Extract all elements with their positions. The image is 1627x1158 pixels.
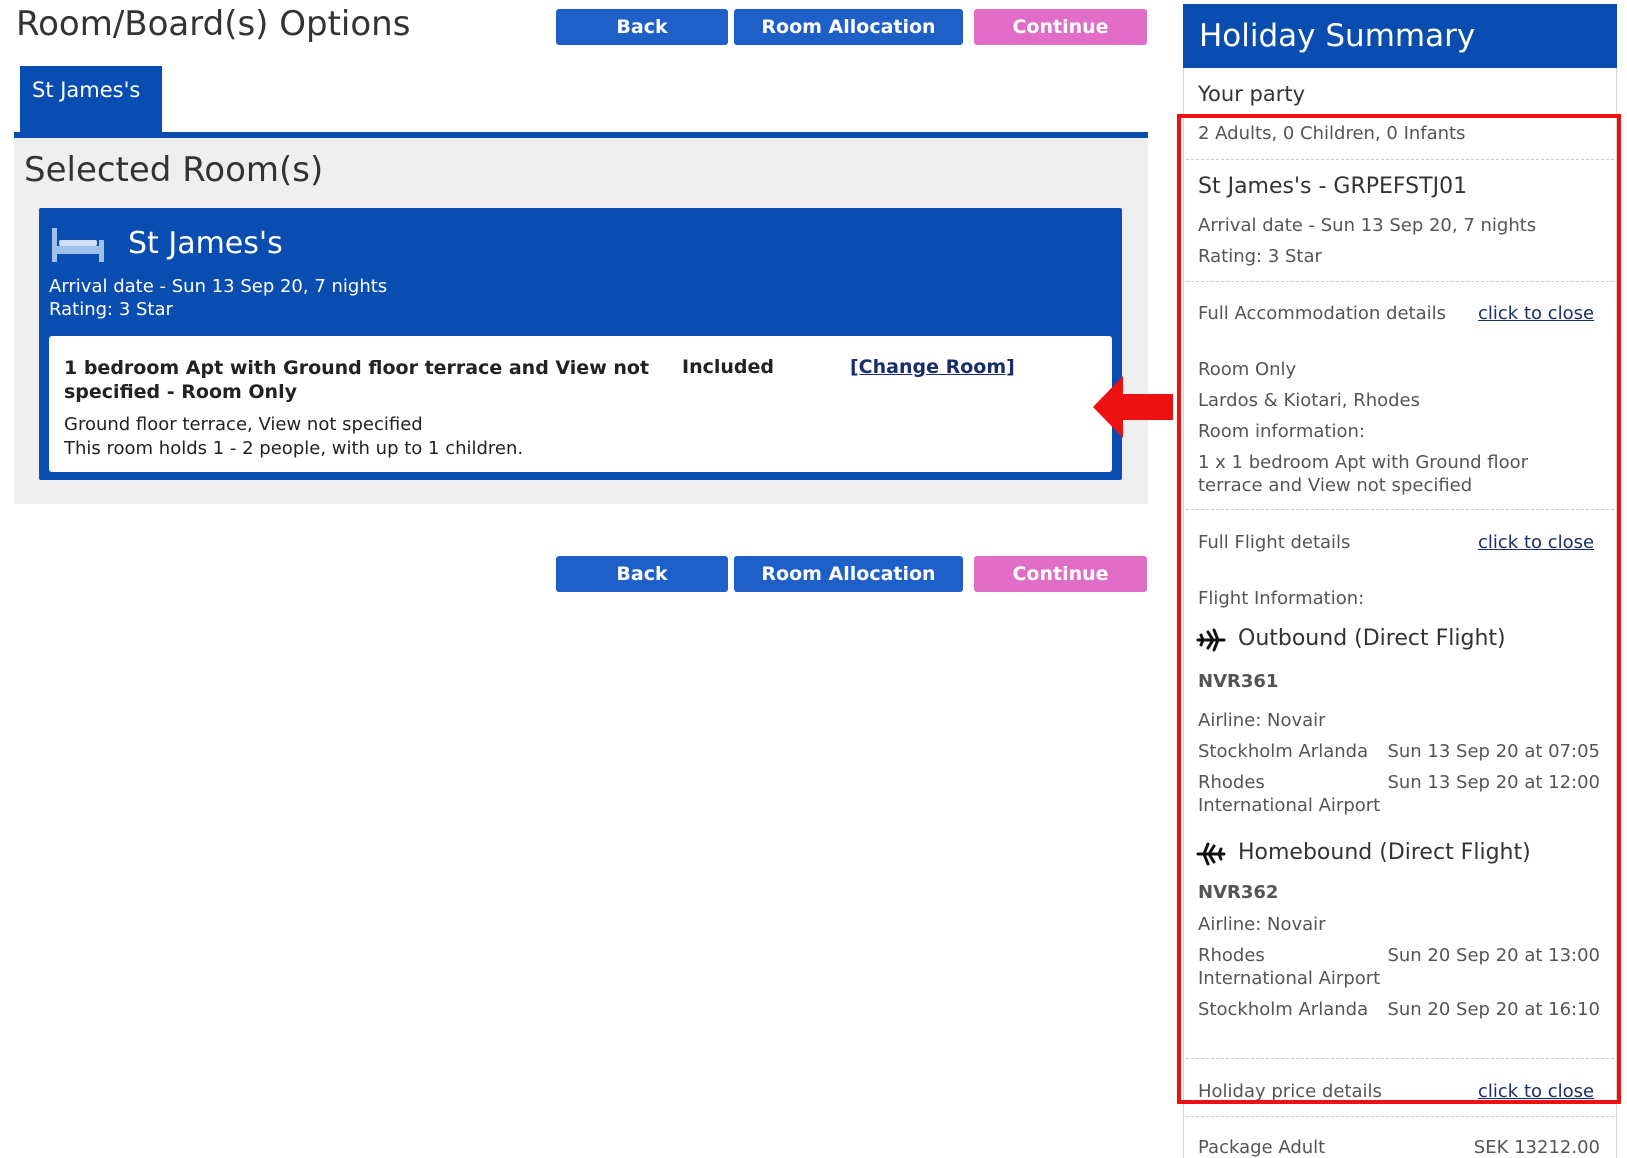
room-desc-capacity: This room holds 1 - 2 people, with up to… bbox=[64, 438, 524, 459]
outbound-depart-time: Sun 13 Sep 20 at 07:05 bbox=[1387, 741, 1600, 762]
party-value: 2 Adults, 0 Children, 0 Infants bbox=[1198, 123, 1466, 144]
accommodation-details-label: Full Accommodation details bbox=[1198, 303, 1447, 324]
homebound-from-1: Rhodes bbox=[1198, 945, 1265, 966]
page-title: Room/Board(s) Options bbox=[16, 4, 411, 44]
hotel-code: St James's - GRPEFSTJ01 bbox=[1198, 174, 1468, 199]
outbound-title: Outbound (Direct Flight) bbox=[1238, 626, 1506, 651]
annotation-arrow-icon bbox=[1093, 376, 1173, 438]
continue-button-bottom[interactable]: Continue bbox=[974, 556, 1147, 592]
divider bbox=[1186, 509, 1614, 510]
room-allocation-button-bottom[interactable]: Room Allocation bbox=[734, 556, 963, 592]
price-row-label: Package Adult bbox=[1198, 1137, 1326, 1158]
plane-right-icon bbox=[1196, 628, 1226, 652]
outbound-airline: Airline: Novair bbox=[1198, 710, 1326, 731]
price-toggle-link[interactable]: click to close bbox=[1478, 1081, 1594, 1102]
room-info-line1: 1 x 1 bedroom Apt with Ground floor bbox=[1198, 452, 1529, 473]
price-details-label: Holiday price details bbox=[1198, 1081, 1382, 1102]
change-room-link[interactable]: [Change Room] bbox=[850, 356, 1015, 378]
tab-st-james[interactable]: St James's bbox=[20, 66, 162, 134]
outbound-to-2: International Airport bbox=[1198, 795, 1381, 816]
hotel-name: St James's bbox=[128, 226, 283, 261]
homebound-code: NVR362 bbox=[1198, 882, 1279, 903]
room-status: Included bbox=[682, 356, 774, 378]
board-type: Room Only bbox=[1198, 359, 1297, 380]
homebound-to: Stockholm Arlanda bbox=[1198, 999, 1369, 1020]
flight-info-label: Flight Information: bbox=[1198, 588, 1365, 609]
divider bbox=[1186, 281, 1614, 282]
back-button-bottom[interactable]: Back bbox=[556, 556, 728, 592]
price-row-value: SEK 13212.00 bbox=[1473, 1137, 1600, 1158]
room-info-line2: terrace and View not specified bbox=[1198, 475, 1473, 496]
hotel-arrival: Arrival date - Sun 13 Sep 20, 7 nights bbox=[49, 276, 388, 297]
flight-toggle-link[interactable]: click to close bbox=[1478, 532, 1594, 553]
outbound-to-1: Rhodes bbox=[1198, 772, 1265, 793]
continue-button[interactable]: Continue bbox=[974, 9, 1147, 45]
room-allocation-button[interactable]: Room Allocation bbox=[734, 9, 963, 45]
room-info-label: Room information: bbox=[1198, 421, 1365, 442]
divider bbox=[1186, 159, 1614, 160]
homebound-depart-time: Sun 20 Sep 20 at 13:00 bbox=[1387, 945, 1600, 966]
back-button[interactable]: Back bbox=[556, 9, 728, 45]
outbound-code: NVR361 bbox=[1198, 671, 1279, 692]
accommodation-toggle-link[interactable]: click to close bbox=[1478, 303, 1594, 324]
holiday-summary-title: Holiday Summary bbox=[1183, 4, 1617, 68]
outbound-from: Stockholm Arlanda bbox=[1198, 741, 1369, 762]
outbound-arrive-time: Sun 13 Sep 20 at 12:00 bbox=[1387, 772, 1600, 793]
homebound-from-2: International Airport bbox=[1198, 968, 1381, 989]
bed-icon bbox=[52, 228, 104, 262]
flight-details-label: Full Flight details bbox=[1198, 532, 1351, 553]
divider bbox=[1186, 1116, 1614, 1117]
plane-left-icon bbox=[1196, 842, 1226, 866]
selected-rooms-heading: Selected Room(s) bbox=[24, 150, 324, 190]
homebound-airline: Airline: Novair bbox=[1198, 914, 1326, 935]
homebound-arrive-time: Sun 20 Sep 20 at 16:10 bbox=[1387, 999, 1600, 1020]
room-title: 1 bedroom Apt with Ground floor terrace … bbox=[64, 357, 650, 403]
hotel-rating: Rating: 3 Star bbox=[49, 299, 173, 320]
homebound-title: Homebound (Direct Flight) bbox=[1238, 840, 1531, 865]
resort-location: Lardos & Kiotari, Rhodes bbox=[1198, 390, 1420, 411]
room-desc-features: Ground floor terrace, View not specified bbox=[64, 414, 423, 435]
divider bbox=[1186, 1058, 1614, 1059]
party-label: Your party bbox=[1198, 82, 1305, 106]
summary-rating: Rating: 3 Star bbox=[1198, 246, 1322, 267]
summary-arrival: Arrival date - Sun 13 Sep 20, 7 nights bbox=[1198, 215, 1537, 236]
